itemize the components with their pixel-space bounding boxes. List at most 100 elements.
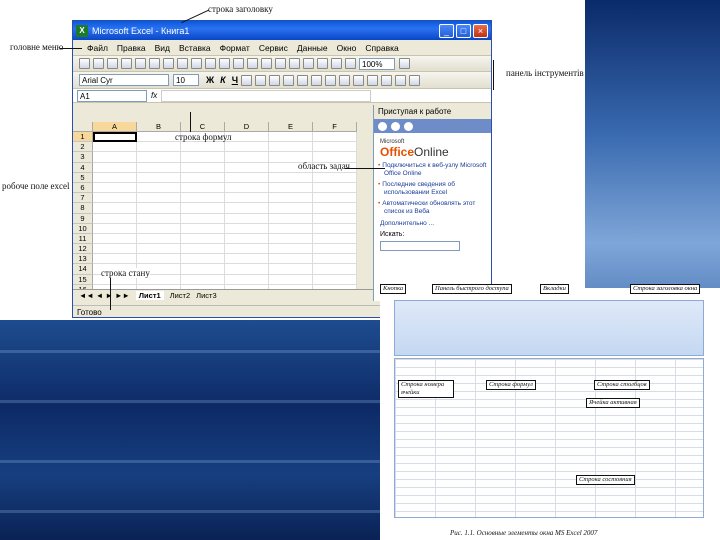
grid-cell[interactable] xyxy=(269,264,313,275)
align-right-icon[interactable] xyxy=(269,74,281,86)
grid-cell[interactable] xyxy=(137,223,181,234)
grid-cell[interactable] xyxy=(181,244,225,255)
grid-cell[interactable] xyxy=(313,274,357,285)
grid-cell[interactable] xyxy=(93,193,137,204)
grid-cell[interactable] xyxy=(137,244,181,255)
grid-cell[interactable] xyxy=(93,254,137,265)
grid-cell[interactable] xyxy=(181,142,225,153)
grid-cell[interactable] xyxy=(269,254,313,265)
grid-cell[interactable] xyxy=(313,254,357,265)
name-box[interactable]: A1 xyxy=(77,89,147,102)
grid-cell[interactable] xyxy=(93,203,137,214)
chart-wizard-icon[interactable] xyxy=(331,58,342,69)
grid-cell[interactable] xyxy=(313,264,357,275)
grid-cell[interactable] xyxy=(313,244,357,255)
comma-icon[interactable] xyxy=(325,74,337,86)
column-header[interactable]: D xyxy=(225,122,269,132)
row-header[interactable]: 15 xyxy=(73,274,93,285)
row-header[interactable]: 9 xyxy=(73,213,93,224)
align-center-icon[interactable] xyxy=(255,74,267,86)
row-header[interactable]: 4 xyxy=(73,162,93,173)
grid-cell[interactable] xyxy=(225,172,269,183)
indent-icon[interactable] xyxy=(367,74,379,86)
row-header[interactable]: 2 xyxy=(73,142,93,153)
grid-cell[interactable] xyxy=(313,193,357,204)
copy-icon[interactable] xyxy=(205,58,216,69)
menu-window[interactable]: Окно xyxy=(337,43,357,53)
grid-cell[interactable] xyxy=(225,182,269,194)
font-size-select[interactable]: 10 xyxy=(173,74,199,86)
more-link[interactable]: Дополнительно ... xyxy=(380,220,485,227)
underline-button[interactable]: Ч xyxy=(232,75,238,85)
grid-cell[interactable] xyxy=(225,264,269,275)
sort-asc-icon[interactable] xyxy=(303,58,314,69)
grid-cell[interactable] xyxy=(181,203,225,214)
minimize-button[interactable]: _ xyxy=(439,23,454,38)
undo-icon[interactable] xyxy=(247,58,258,69)
spelling-icon[interactable] xyxy=(163,58,174,69)
grid-cell[interactable] xyxy=(181,162,225,173)
grid-cell[interactable] xyxy=(181,264,225,275)
forward-icon[interactable] xyxy=(391,121,400,131)
menu-edit[interactable]: Правка xyxy=(117,43,146,53)
row-header[interactable]: 13 xyxy=(73,254,93,265)
fill-color-icon[interactable] xyxy=(395,74,407,86)
grid-cell[interactable] xyxy=(269,182,313,194)
grid-cell[interactable] xyxy=(225,142,269,153)
grid-cell[interactable] xyxy=(225,193,269,204)
maximize-button[interactable]: □ xyxy=(456,23,471,38)
help-icon[interactable] xyxy=(399,58,410,69)
grid-cell[interactable] xyxy=(225,213,269,224)
grid-cell[interactable] xyxy=(269,244,313,255)
grid-cell[interactable] xyxy=(93,213,137,224)
research-icon[interactable] xyxy=(177,58,188,69)
autosum-icon[interactable] xyxy=(289,58,300,69)
grid-cell[interactable] xyxy=(137,233,181,245)
grid-cell[interactable] xyxy=(269,233,313,245)
grid-cell[interactable] xyxy=(137,203,181,214)
grid-cell[interactable] xyxy=(181,193,225,204)
grid-cell[interactable] xyxy=(93,172,137,183)
currency-icon[interactable] xyxy=(297,74,309,86)
cut-icon[interactable] xyxy=(191,58,202,69)
row-header[interactable]: 6 xyxy=(73,182,93,194)
column-header[interactable]: A xyxy=(93,122,137,132)
task-pane-title[interactable]: Приступая к работе xyxy=(374,105,491,119)
row-header[interactable]: 1 xyxy=(73,132,93,143)
grid-cell[interactable] xyxy=(313,142,357,153)
grid-cell[interactable] xyxy=(269,213,313,224)
grid-cell[interactable] xyxy=(269,203,313,214)
column-header[interactable]: F xyxy=(313,122,357,132)
hyperlink-icon[interactable] xyxy=(275,58,286,69)
grid-cell[interactable] xyxy=(137,182,181,194)
grid-cell[interactable] xyxy=(137,254,181,265)
format-painter-icon[interactable] xyxy=(233,58,244,69)
grid-cell[interactable] xyxy=(269,223,313,234)
sort-desc-icon[interactable] xyxy=(317,58,328,69)
tab-nav-arrows[interactable]: ◄◄ ◄ ► ►► xyxy=(79,291,130,300)
grid-cell[interactable] xyxy=(269,172,313,183)
paste-icon[interactable] xyxy=(219,58,230,69)
fx-icon[interactable]: fx xyxy=(151,91,157,100)
search-input[interactable] xyxy=(380,241,460,251)
grid-cell[interactable] xyxy=(181,233,225,245)
row-header[interactable]: 3 xyxy=(73,152,93,163)
grid-cell[interactable] xyxy=(225,233,269,245)
sheet-tab[interactable]: Лист3 xyxy=(196,291,216,300)
grid-cell[interactable] xyxy=(269,274,313,285)
grid-cell[interactable] xyxy=(93,142,137,153)
column-header[interactable]: B xyxy=(137,122,181,132)
sheet-tab[interactable]: Лист1 xyxy=(135,291,164,300)
grid-cell[interactable] xyxy=(313,233,357,245)
grid-cell[interactable] xyxy=(225,274,269,285)
grid-cell[interactable] xyxy=(269,142,313,153)
grid-cell[interactable] xyxy=(225,223,269,234)
grid-cell[interactable] xyxy=(137,152,181,163)
grid-cell[interactable] xyxy=(269,132,313,143)
row-header[interactable]: 10 xyxy=(73,223,93,234)
grid-cell[interactable] xyxy=(93,223,137,234)
column-header[interactable]: E xyxy=(269,122,313,132)
grid-cell[interactable] xyxy=(313,132,357,143)
task-pane-link[interactable]: Автоматически обновлять этот список из В… xyxy=(382,200,487,216)
new-icon[interactable] xyxy=(79,58,90,69)
